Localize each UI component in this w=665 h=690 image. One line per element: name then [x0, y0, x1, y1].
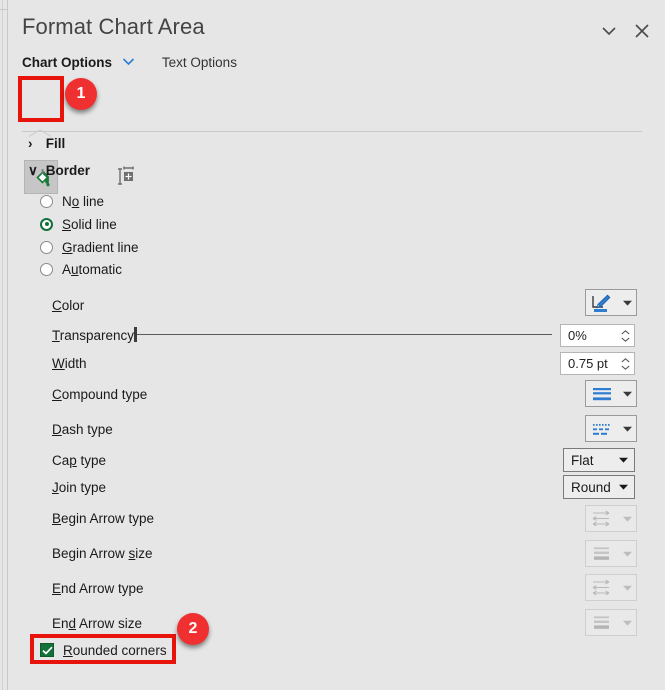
spinner-arrows[interactable] — [616, 353, 634, 374]
chart-options-chevron-down-icon[interactable] — [122, 53, 135, 71]
radio-indicator — [40, 240, 53, 254]
transparency-slider[interactable] — [134, 327, 552, 342]
chevron-down-icon[interactable] — [617, 551, 637, 557]
label-cap-type: Cap type — [52, 453, 107, 468]
gutter-tick — [0, 0, 8, 10]
option-tabs: Chart Options Text Options — [22, 53, 237, 71]
radio-automatic[interactable]: Automatic — [40, 259, 122, 279]
radio-indicator — [40, 217, 53, 231]
join-type-dropdown[interactable]: Round — [563, 475, 635, 499]
size-and-properties-icon[interactable] — [106, 160, 140, 194]
label-color: Color — [52, 298, 85, 313]
width-spinner[interactable]: 0.75 pt — [560, 352, 635, 375]
label-begin-arrow-type: Begin Arrow type — [52, 511, 155, 526]
callout-badge-1: 1 — [65, 78, 97, 110]
label-join-type: Join type — [52, 480, 107, 495]
chevron-right-icon: › — [28, 136, 33, 151]
section-label-border: Border — [45, 163, 91, 178]
active-tab-notch — [28, 124, 53, 137]
label-end-arrow-size: End Arrow size — [52, 616, 143, 631]
compound-type-button[interactable] — [585, 380, 637, 407]
end-arrow-type-icon — [586, 578, 617, 597]
slider-thumb[interactable] — [134, 327, 137, 342]
radio-label-solid-line: Solid line — [62, 216, 117, 232]
spinner-arrows[interactable] — [616, 325, 634, 346]
end-arrow-size-icon — [586, 613, 617, 632]
chevron-down-icon[interactable] — [617, 620, 637, 626]
radio-label-no-line: No line — [62, 193, 105, 209]
chevron-down-icon[interactable] — [617, 391, 637, 397]
section-header-border[interactable]: ∨ Border — [28, 163, 90, 179]
radio-label-gradient-line: Gradient line — [62, 239, 139, 255]
close-icon[interactable] — [631, 20, 653, 42]
transparency-value: 0% — [568, 328, 587, 343]
rounded-corners-label: Rounded corners — [63, 642, 167, 658]
chevron-down-small-icon: ∨ — [28, 163, 38, 178]
chevron-down-icon[interactable] — [617, 585, 637, 591]
compound-line-icon — [586, 385, 617, 403]
section-header-fill[interactable]: › Fill — [28, 136, 65, 151]
dash-line-icon — [586, 420, 617, 438]
begin-arrow-type-button[interactable] — [585, 505, 637, 532]
section-label-fill: Fill — [45, 136, 66, 151]
cap-type-dropdown[interactable]: Flat — [563, 448, 635, 472]
radio-indicator — [40, 262, 53, 276]
pen-color-icon — [586, 293, 617, 313]
radio-solid-line[interactable]: Solid line — [40, 214, 117, 234]
callout-badge-2: 2 — [177, 613, 209, 645]
radio-label-automatic: Automatic — [62, 261, 123, 277]
radio-no-line[interactable]: No line — [40, 191, 104, 211]
label-compound-type: Compound type — [52, 387, 148, 402]
cap-type-value: Flat — [571, 452, 594, 468]
transparency-spinner[interactable]: 0% — [560, 324, 635, 347]
label-dash-type: Dash type — [52, 422, 113, 437]
rounded-corners-checkbox[interactable]: Rounded corners — [40, 640, 167, 660]
radio-gradient-line[interactable]: Gradient line — [40, 237, 139, 257]
chevron-down-icon[interactable] — [612, 484, 634, 490]
width-value: 0.75 pt — [568, 356, 608, 371]
label-end-arrow-type: End Arrow type — [52, 581, 144, 596]
join-type-value: Round — [571, 479, 611, 495]
label-width: Width — [52, 356, 87, 371]
color-picker-button[interactable] — [585, 289, 637, 316]
end-arrow-size-button[interactable] — [585, 609, 637, 636]
begin-arrow-size-button[interactable] — [585, 540, 637, 567]
chevron-down-icon[interactable] — [617, 426, 637, 432]
tab-chart-options[interactable]: Chart Options — [22, 55, 112, 70]
chevron-down-icon[interactable] — [617, 516, 637, 522]
chevron-down-icon[interactable] — [598, 20, 620, 42]
slider-track — [134, 334, 552, 335]
label-transparency: Transparency — [52, 328, 135, 343]
end-arrow-type-button[interactable] — [585, 574, 637, 601]
radio-indicator — [40, 194, 53, 208]
checkbox-indicator — [40, 643, 54, 657]
panel-title: Format Chart Area — [22, 14, 205, 39]
chevron-down-icon[interactable] — [617, 300, 637, 306]
tab-strip-divider — [22, 131, 642, 132]
begin-arrow-size-icon — [586, 544, 617, 563]
chevron-down-icon[interactable] — [612, 457, 634, 463]
format-chart-area-panel: Format Chart Area Chart Options Text Opt… — [0, 0, 665, 690]
tab-text-options[interactable]: Text Options — [162, 55, 237, 70]
begin-arrow-type-icon — [586, 509, 617, 528]
dash-type-button[interactable] — [585, 415, 637, 442]
icon-tab-strip — [0, 78, 665, 194]
label-begin-arrow-size: Begin Arrow size — [52, 546, 153, 561]
